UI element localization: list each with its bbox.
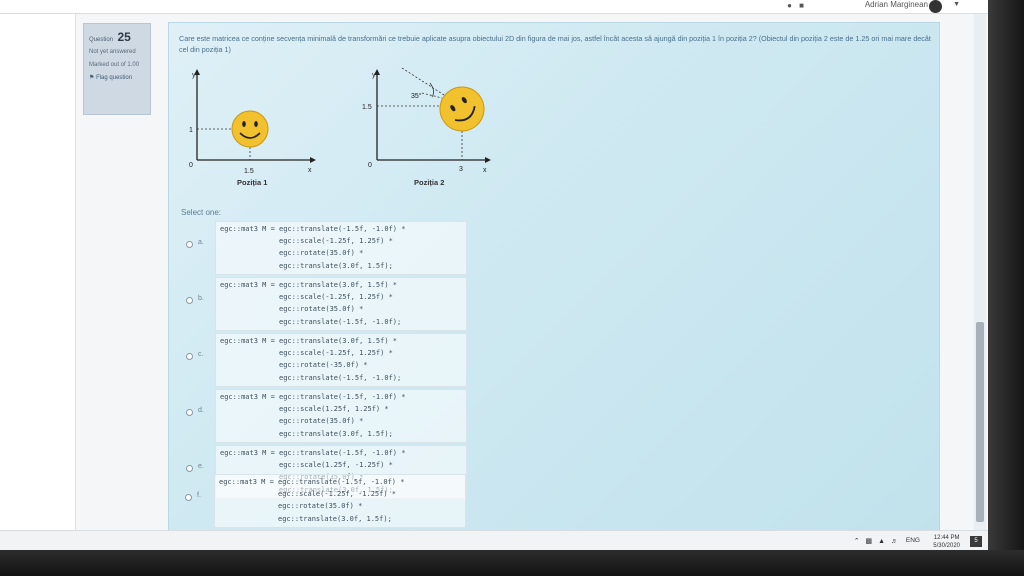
page-scrollbar[interactable] [974,14,986,530]
clock-date: 5/30/2020 [933,543,960,549]
user-name[interactable]: Adrian Marginean [865,0,928,10]
question-text: Care este matricea ce conține secvența m… [179,34,931,54]
angle-label: 35° [411,92,422,100]
x-value-label: 3 [459,166,463,173]
angle-guide-line [401,67,445,96]
monitor-bezel-right [988,0,1024,576]
scrollbar-thumb[interactable] [976,322,984,522]
question-info-panel: Question 25 Not yet answered Marked out … [83,23,151,115]
radio-button[interactable] [186,409,193,416]
x-value-label: 1.5 [244,168,254,175]
option-code: egc::mat3 M = egc::translate(-1.5f, -1.0… [215,221,467,275]
flag-question-link[interactable]: ⚑ Flag question [89,74,145,81]
option-label: a. [198,239,204,246]
figure-position-1: y x 0 1 1.5 Poziția 1 [177,65,337,195]
question-number-row: Question 25 [89,28,145,46]
option-code: egc::mat3 M = egc::translate(3.0f, 1.5f)… [215,333,467,387]
question-status: Not yet answered [89,49,136,55]
figure-1-svg: y x 0 1 1.5 Poziția 1 [189,69,316,187]
figure-2-svg: y x 0 1.5 3 35° Poziția 2 [362,67,491,187]
option-label: b. [198,295,204,302]
question-number: 25 [117,30,131,44]
option-label: d. [198,407,204,414]
radio-button[interactable] [186,465,193,472]
x-axis-arrow [310,157,316,163]
question-mark: Marked out of 1.00 [89,62,140,68]
notification-bell-icon[interactable]: ● [787,1,792,10]
notification-center-icon[interactable]: 5 [970,536,982,547]
answer-option-d[interactable]: d. egc::mat3 M = egc::translate(-1.5f, -… [181,389,481,444]
avatar[interactable] [929,0,942,13]
radio-button[interactable] [186,241,193,248]
y-axis-label: y [192,72,196,79]
question-content: Care este matricea ce conține secvența m… [168,22,940,532]
chevron-down-icon[interactable]: ▼ [953,1,960,8]
x-axis-arrow [485,157,491,163]
rotated-smiley-icon [439,86,485,132]
x-axis-label: x [308,167,312,174]
figure-caption: Poziția 1 [237,178,267,187]
angle-ref-line [421,92,443,99]
answer-option-f[interactable]: f. egc::mat3 M = egc::translate(-1.5f, -… [180,474,480,529]
answer-option-b[interactable]: b. egc::mat3 M = egc::translate(3.0f, 1.… [181,277,481,332]
y-value-label: 1 [189,127,193,134]
option-label: c. [198,351,204,358]
left-drawer [0,14,76,552]
windows-taskbar: ⌃ ▩ ▲ ♬ ENG 12:44 PM 5/30/2020 5 [0,530,990,552]
radio-button[interactable] [185,494,192,501]
y-value-label: 1.5 [362,104,372,111]
flag-icon: ⚑ [89,75,95,81]
figure-position-2: y x 0 1.5 3 35° Poziția 2 [352,65,512,195]
browser-screen: ● ■ Adrian Marginean ▼ Question 25 Not y… [0,0,990,552]
option-code: egc::mat3 M = egc::translate(-1.5f, -1.0… [214,474,466,528]
answer-option-a[interactable]: a. egc::mat3 M = egc::translate(-1.5f, -… [181,221,481,276]
language-indicator[interactable]: ENG [906,537,920,544]
option-label: f. [197,492,201,499]
top-navbar: ● ■ Adrian Marginean ▼ [0,0,990,14]
clock-time: 12:44 PM [933,535,960,541]
flag-question-label: Flag question [96,75,133,81]
message-icon[interactable]: ■ [799,1,804,10]
option-code: egc::mat3 M = egc::translate(3.0f, 1.5f)… [215,277,467,331]
clock[interactable]: 12:44 PM 5/30/2020 [933,534,960,550]
origin-label: 0 [368,162,372,169]
option-code: egc::mat3 M = egc::translate(-1.5f, -1.0… [215,389,467,443]
x-axis-label: x [483,167,487,174]
y-axis-label: y [372,72,376,79]
smiley-icon [231,110,269,148]
system-tray-icons[interactable]: ⌃ ▩ ▲ ♬ [854,537,900,545]
question-label: Question [89,37,114,43]
option-label: e. [198,463,204,470]
answer-option-c[interactable]: c. egc::mat3 M = egc::translate(3.0f, 1.… [181,333,481,388]
monitor-bezel-bottom [0,550,1024,576]
origin-label: 0 [189,162,193,169]
radio-button[interactable] [186,297,193,304]
select-one-label: Select one: [181,208,222,217]
radio-button[interactable] [186,353,193,360]
figure-caption: Poziția 2 [414,178,444,187]
